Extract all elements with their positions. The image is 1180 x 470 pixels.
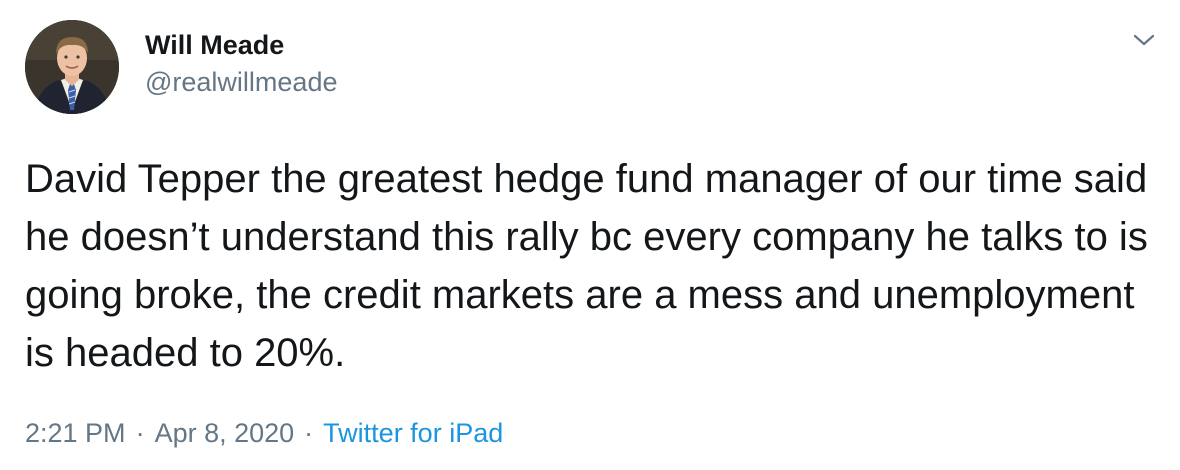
tweet-menu-button[interactable] (1131, 30, 1157, 50)
source-link[interactable]: Twitter for iPad (323, 418, 503, 448)
separator: · (304, 418, 314, 448)
display-name[interactable]: Will Meade (145, 28, 284, 62)
username[interactable]: @realwillmeade (145, 65, 337, 99)
tweet-card: Will Meade @realwillmeade David Tepper t… (0, 0, 1180, 470)
avatar[interactable] (25, 20, 119, 114)
tweet-time[interactable]: 2:21 PM (25, 418, 126, 448)
tweet-meta: 2:21 PM · Apr 8, 2020 · Twitter for iPad (25, 415, 503, 451)
tweet-date[interactable]: Apr 8, 2020 (155, 418, 295, 448)
chevron-down-icon (1133, 34, 1155, 46)
separator: · (135, 418, 145, 448)
tweet-text: David Tepper the greatest hedge fund man… (25, 157, 1148, 375)
profile-photo-icon (25, 20, 119, 114)
